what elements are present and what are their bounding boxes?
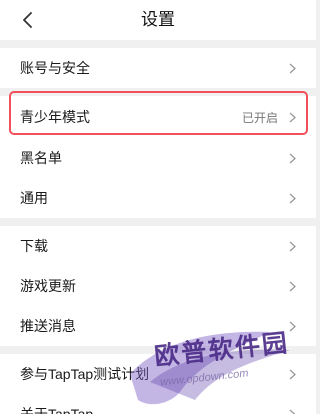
settings-item-label: 游戏更新 bbox=[20, 278, 76, 294]
settings-item-blacklist[interactable]: 黑名单 bbox=[0, 138, 316, 178]
divider bbox=[0, 88, 316, 96]
chevron-right-icon bbox=[288, 111, 296, 123]
settings-item-push[interactable]: 推送消息 bbox=[0, 306, 316, 346]
settings-item-about[interactable]: 关于TapTap bbox=[0, 394, 316, 414]
settings-item-game-update[interactable]: 游戏更新 bbox=[0, 266, 316, 306]
settings-item-label: 青少年模式 bbox=[20, 109, 90, 125]
settings-item-teen-mode[interactable]: 青少年模式 已开启 bbox=[0, 96, 316, 138]
chevron-right-icon bbox=[288, 408, 296, 414]
back-button[interactable] bbox=[14, 6, 42, 34]
divider bbox=[0, 40, 316, 48]
settings-item-general[interactable]: 通用 bbox=[0, 178, 316, 218]
chevron-left-icon bbox=[23, 12, 32, 28]
settings-item-label: 账号与安全 bbox=[20, 60, 90, 76]
chevron-right-icon bbox=[288, 320, 296, 332]
settings-item-download[interactable]: 下载 bbox=[0, 226, 316, 266]
settings-item-label: 下载 bbox=[20, 238, 48, 254]
page-title: 设置 bbox=[141, 10, 175, 29]
divider bbox=[0, 218, 316, 226]
settings-item-label: 关于TapTap bbox=[20, 406, 94, 414]
settings-group-downloads: 下载 游戏更新 推送消息 bbox=[0, 226, 316, 346]
settings-group-general: 青少年模式 已开启 黑名单 通用 bbox=[0, 96, 316, 218]
chevron-right-icon bbox=[288, 280, 296, 292]
settings-item-account-security[interactable]: 账号与安全 bbox=[0, 48, 316, 88]
chevron-right-icon bbox=[288, 152, 296, 164]
settings-item-label: 黑名单 bbox=[20, 150, 62, 166]
header-bar: 设置 bbox=[0, 0, 316, 40]
chevron-right-icon bbox=[288, 62, 296, 74]
teen-mode-status: 已开启 bbox=[241, 110, 278, 125]
settings-item-label: 通用 bbox=[20, 190, 48, 206]
settings-group-about: 参与TapTap测试计划 关于TapTap bbox=[0, 354, 316, 414]
settings-item-label: 推送消息 bbox=[20, 318, 76, 334]
settings-item-label: 参与TapTap测试计划 bbox=[20, 366, 150, 382]
divider bbox=[0, 346, 316, 354]
settings-group-account: 账号与安全 bbox=[0, 48, 316, 88]
chevron-right-icon bbox=[288, 192, 296, 204]
chevron-right-icon bbox=[288, 240, 296, 252]
settings-item-test-program[interactable]: 参与TapTap测试计划 bbox=[0, 354, 316, 394]
chevron-right-icon bbox=[288, 368, 296, 380]
